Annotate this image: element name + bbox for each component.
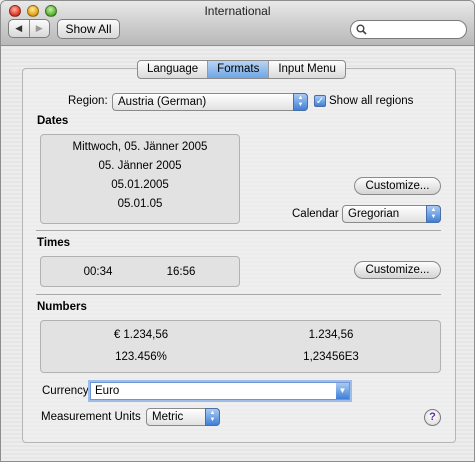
back-button[interactable]: ◀ (9, 20, 30, 37)
region-label: Region: (68, 95, 108, 107)
date-long: Mittwoch, 05. Jänner 2005 (72, 141, 208, 153)
region-value: Austria (German) (118, 96, 207, 108)
show-all-regions-checkbox[interactable]: ✓ (314, 95, 326, 107)
nav-buttons: ◀ ▶ (8, 19, 50, 38)
help-button[interactable]: ? (424, 409, 441, 426)
tab-language[interactable]: Language (138, 61, 209, 78)
forward-button[interactable]: ▶ (30, 20, 50, 37)
times-sample-box: 00:34 16:56 (40, 256, 240, 287)
show-all-regions-label: Show all regions (329, 95, 414, 107)
time-short: 00:34 (83, 266, 113, 278)
dates-heading: Dates (37, 115, 69, 127)
currency-label: Currency (42, 385, 89, 397)
date-shortest: 05.01.05 (117, 198, 163, 210)
times-customize-button[interactable]: Customize... (354, 261, 441, 279)
number-sample: 1.234,56 (308, 329, 354, 341)
chevron-down-icon[interactable]: ▼ (336, 383, 349, 399)
currency-combo[interactable]: Euro ▼ (90, 382, 350, 400)
scientific-sample: 1,23456E3 (303, 351, 359, 363)
window-title: International (204, 4, 271, 18)
date-medium: 05. Jänner 2005 (98, 160, 182, 172)
time-long: 16:56 (166, 266, 196, 278)
tab-formats[interactable]: Formats (208, 61, 270, 78)
help-icon: ? (429, 411, 436, 423)
calendar-value: Gregorian (348, 208, 400, 220)
numbers-heading: Numbers (37, 301, 87, 313)
tab-input-menu[interactable]: Input Menu (269, 61, 345, 78)
measurement-units-popup[interactable]: Metric ▲ ▼ (146, 408, 220, 426)
tab-bar: Language Formats Input Menu (137, 60, 346, 79)
numbers-sample-box: € 1.234,56 1.234,56 123.456% 1,23456E3 (40, 320, 441, 373)
times-heading: Times (37, 237, 71, 249)
dates-customize-button[interactable]: Customize... (354, 177, 441, 195)
popup-arrows-icon: ▲ ▼ (293, 93, 308, 111)
back-arrow-icon: ◀ (15, 23, 23, 33)
divider (36, 294, 441, 295)
region-popup[interactable]: Austria (German) ▲ ▼ (112, 93, 308, 111)
search-icon (356, 24, 367, 35)
currency-value: Euro (95, 385, 120, 397)
calendar-popup[interactable]: Gregorian ▲ ▼ (342, 205, 441, 223)
search-field[interactable] (350, 20, 467, 39)
dates-sample-box: Mittwoch, 05. Jänner 2005 05. Jänner 200… (40, 134, 240, 224)
preferences-window: International ◀ ▶ Show All Language Form… (0, 0, 475, 462)
popup-arrows-icon: ▲ ▼ (426, 205, 441, 223)
measurement-units-label: Measurement Units (41, 411, 141, 423)
calendar-label: Calendar (292, 208, 339, 220)
forward-arrow-icon: ▶ (35, 23, 43, 33)
show-all-button[interactable]: Show All (57, 19, 120, 39)
currency-sample: € 1.234,56 (113, 329, 169, 341)
measurement-units-value: Metric (152, 411, 184, 423)
popup-arrows-icon: ▲ ▼ (205, 408, 220, 426)
date-short: 05.01.2005 (111, 179, 169, 191)
divider (36, 230, 441, 231)
percent-sample: 123.456% (115, 351, 167, 363)
toolbar: ◀ ▶ Show All (1, 19, 474, 46)
